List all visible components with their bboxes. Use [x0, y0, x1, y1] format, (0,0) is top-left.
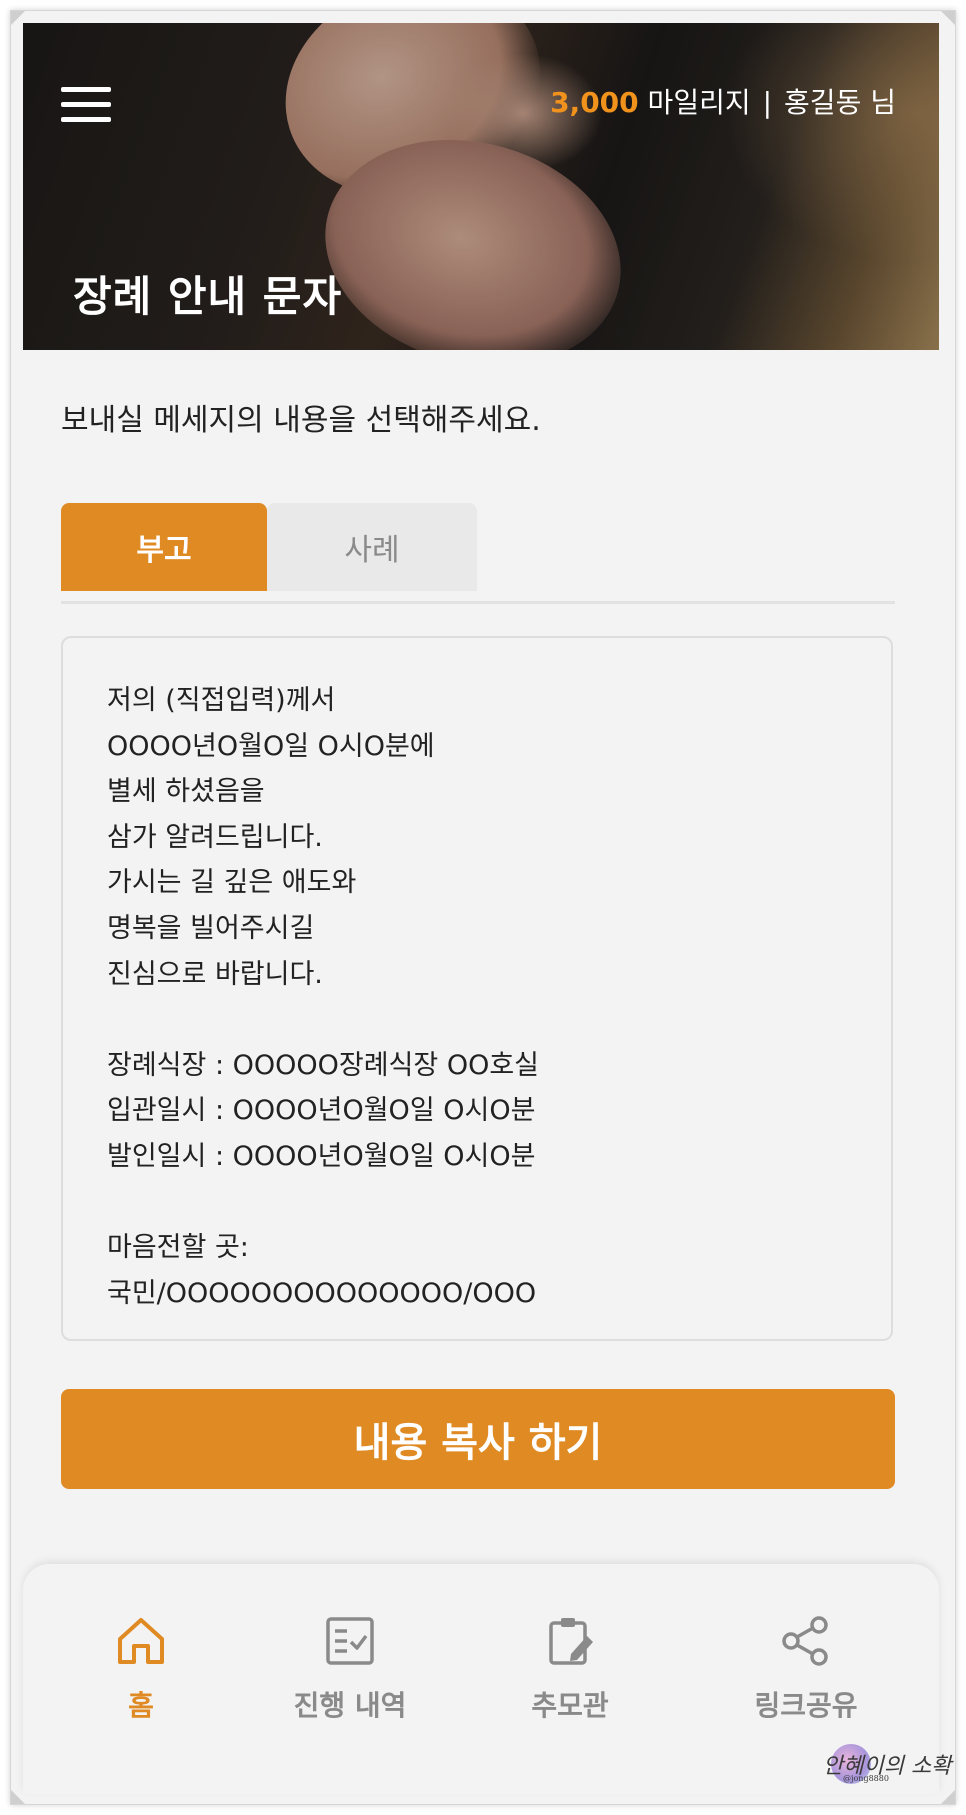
frame-corner [941, 1790, 955, 1804]
nav-label-home: 홈 [128, 1689, 154, 1722]
frame-corner [941, 11, 955, 25]
message-line [107, 1180, 847, 1226]
nav-item-memorial[interactable]: 추모관 [470, 1614, 670, 1724]
user-name: 홍길동 님 [784, 86, 896, 119]
message-line: 삼가 알려드립니다. [107, 821, 323, 853]
mileage-label: 마일리지 [638, 86, 751, 119]
message-line [107, 997, 847, 1043]
nav-label-share: 링크공유 [754, 1689, 858, 1722]
watermark-logo: 안혜이의 소확행 @jong8880 [817, 1742, 955, 1788]
message-line: 가시는 길 깊은 애도와 [107, 867, 357, 899]
home-icon [118, 1618, 164, 1664]
nav-item-home[interactable]: 홈 [41, 1614, 241, 1724]
clipboard-edit-icon [549, 1618, 593, 1665]
user-info: 3,000 마일리지 | 홍길동 님 [550, 78, 896, 128]
message-line: 명복을 빌어주시길 [107, 912, 315, 944]
nav-label-progress: 진행 내역 [293, 1689, 407, 1722]
screenshot-frame: 3,000 마일리지 | 홍길동 님 장례 안내 문자 보내실 메세지의 내용을 선… [10, 10, 956, 1805]
tab-sarye[interactable]: 사례 [267, 503, 477, 591]
tab-bugo[interactable]: 부고 [61, 503, 267, 591]
nav-item-progress[interactable]: 진행 내역 [250, 1614, 450, 1724]
message-line: 진심으로 바랍니다. [107, 958, 323, 990]
nav-item-share[interactable]: 링크공유 [706, 1614, 906, 1724]
checklist-icon [326, 1617, 374, 1665]
page-title: 장례 안내 문자 [73, 272, 343, 321]
message-line: 발인일시 : OOOO년O월O일 O시O분 [107, 1140, 536, 1172]
hamburger-menu-icon[interactable] [61, 85, 111, 125]
watermark-handle: @jong8880 [843, 1774, 889, 1783]
message-line: 마음전할 곳: [107, 1232, 249, 1264]
share-icon [782, 1616, 828, 1666]
message-line: 별세 하셨음을 [107, 776, 265, 808]
message-line: OOOO년O월O일 O시O분에 [107, 730, 435, 762]
hero-banner: 3,000 마일리지 | 홍길동 님 장례 안내 문자 [23, 23, 939, 350]
message-line: 장례식장 : OOOOO장례식장 OO호실 [107, 1049, 540, 1081]
message-content-box[interactable]: 저의 (직접입력)께서 OOOO년O월O일 O시O분에 별세 하셨음을 삼가 알… [61, 636, 893, 1341]
bottom-navigation: 홈 진행 내역 추모관 링크공유 [23, 1564, 939, 1794]
nav-label-memorial: 추모관 [531, 1689, 609, 1722]
message-line: 저의 (직접입력)께서 [107, 685, 336, 716]
message-line: 입관일시 : OOOO년O월O일 O시O분 [107, 1095, 536, 1127]
separator: | [762, 86, 773, 119]
mileage-value: 3,000 [550, 86, 639, 119]
message-type-tabs: 부고 사례 [61, 503, 895, 604]
copy-content-button[interactable]: 내용 복사 하기 [61, 1389, 895, 1489]
message-line: 국민/OOOOOOOOOOOOOO/OOO [107, 1277, 537, 1309]
instruction-text: 보내실 메세지의 내용을 선택해주세요. [61, 403, 541, 438]
